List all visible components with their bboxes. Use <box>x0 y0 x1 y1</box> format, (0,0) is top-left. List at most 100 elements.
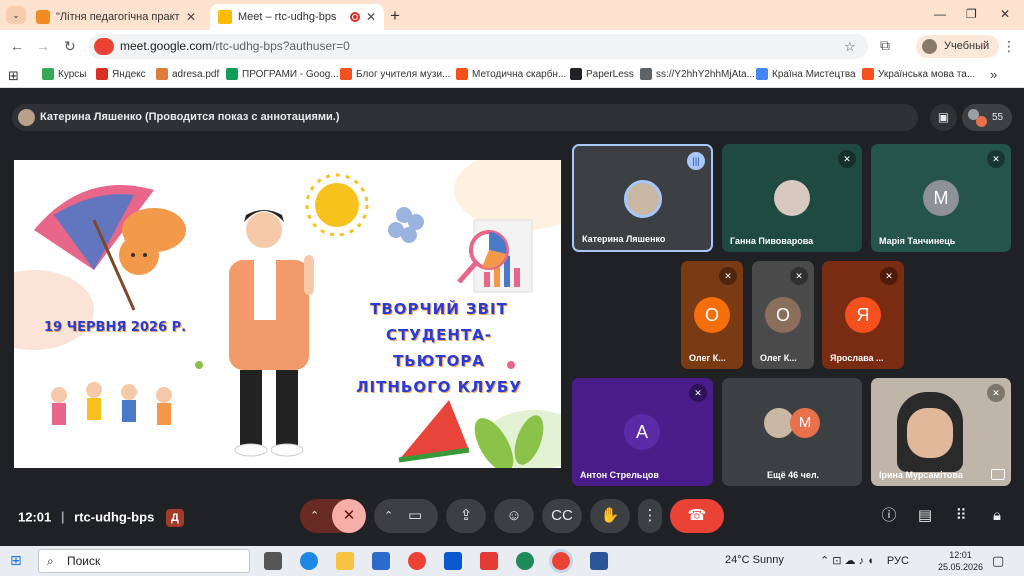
site-info-icon[interactable] <box>94 38 114 55</box>
chat-icon[interactable]: ▤ <box>912 499 938 533</box>
bookmark-item[interactable]: Курсы <box>42 68 86 80</box>
participant-tile-iryna[interactable]: ✕ Ірина Мурсамітова <box>871 378 1011 486</box>
participant-initial: О <box>765 297 801 333</box>
task-view-icon[interactable] <box>264 552 282 570</box>
bookmark-label: Українська мова та... <box>878 68 976 80</box>
bookmark-item[interactable]: ПРОГРАМИ - Goog... <box>226 68 339 80</box>
participant-tile-kateryna[interactable]: ||| Катерина Ляшенко <box>572 144 713 252</box>
raise-hand-button[interactable]: ✋ <box>590 499 630 533</box>
bookmark-item[interactable]: Блог учителя музи... <box>340 68 450 80</box>
forward-icon[interactable]: → <box>36 38 50 54</box>
mic-off-icon: ✕ <box>838 150 856 168</box>
host-lock-icon[interactable]: 🔒︎ <box>984 499 1010 533</box>
yandex-icon[interactable] <box>480 552 498 570</box>
more-participants-label: Ещё 46 чел. <box>767 470 820 480</box>
student-figure <box>229 210 314 457</box>
activities-icon[interactable]: ⠿ <box>948 499 974 533</box>
bookmark-item[interactable]: Українська мова та... <box>862 68 975 80</box>
bookmark-favicon-icon <box>340 68 352 80</box>
tray-icons[interactable]: ⌃ ⊡ ☁ ♪ ◖ <box>820 555 874 567</box>
app-icon[interactable] <box>516 552 534 570</box>
pin-off-icon[interactable]: ▣ <box>930 104 957 131</box>
presenter-banner-text: Катерина Ляшенко (Проводится показ с анн… <box>40 111 340 123</box>
notifications-icon[interactable]: ▢ <box>992 553 1004 569</box>
participant-tile-yaroslava[interactable]: Я ✕ Ярослава ... <box>822 261 904 369</box>
tab-search-dropdown[interactable]: ⌄ <box>6 6 26 24</box>
participant-count: 55 <box>992 112 1004 123</box>
participant-initial: О <box>694 297 730 333</box>
emoji-reactions-button[interactable]: ☺ <box>494 499 534 533</box>
browser-tab-meet[interactable]: Meet – rtc-udhg-bps ✕ <box>210 4 384 30</box>
slide-title-line: ТЬЮТОРА <box>393 352 485 370</box>
cat-icon <box>119 208 186 275</box>
more-bookmarks-icon[interactable]: » <box>990 67 997 82</box>
input-language[interactable]: РУС <box>887 555 909 567</box>
captions-button[interactable]: CC <box>542 499 582 533</box>
bookmark-item[interactable]: Методична скарбн... <box>456 68 566 80</box>
children-group-illustration <box>51 382 172 425</box>
bookmark-star-icon[interactable]: ☆ <box>844 39 856 55</box>
bookmark-favicon-icon <box>570 68 582 80</box>
minimize-icon[interactable]: — <box>934 7 946 21</box>
sun-icon <box>305 173 369 237</box>
presenter-banner: Катерина Ляшенко (Проводится показ с анн… <box>12 104 918 131</box>
chevron-up-icon[interactable]: ⌃ <box>384 499 393 533</box>
bookmark-item[interactable]: Країна Мистецтва <box>756 68 856 80</box>
slide-title-line: СТУДЕНТА- <box>385 326 493 344</box>
store-icon[interactable] <box>372 552 390 570</box>
bookmark-item[interactable]: PaperLess <box>570 68 634 80</box>
edge-icon[interactable] <box>300 552 318 570</box>
taskbar-search-input[interactable]: ⌕ Поиск <box>38 549 250 573</box>
chrome-active-icon[interactable] <box>549 549 573 573</box>
tab-title: Meet – rtc-udhg-bps <box>238 11 337 23</box>
participant-tile-hanna[interactable]: ✕ Ганна Пивоварова <box>722 144 862 252</box>
browser-tab-practice[interactable]: "Літня педагогічна практика 2 ✕ <box>28 4 204 30</box>
tab-title: "Літня педагогічна практика 2 <box>56 11 180 23</box>
watermelon-icon <box>398 400 470 463</box>
present-screen-button[interactable]: ⇪ <box>446 499 486 533</box>
windows-start-icon[interactable]: ⊞ <box>10 552 22 569</box>
more-options-button[interactable]: ⋮ <box>638 499 662 533</box>
bookmark-item[interactable]: adresa.pdf <box>156 68 219 80</box>
profile-label: Учебный <box>944 40 990 52</box>
new-tab-button[interactable]: + <box>390 6 400 26</box>
camera-icon[interactable]: ▭ <box>408 499 422 533</box>
participant-tile-anton[interactable]: А ✕ Антон Стрельцов <box>572 378 713 486</box>
participant-tile-oleh-2[interactable]: О ✕ Олег К... <box>752 261 814 369</box>
file-explorer-icon[interactable] <box>336 552 354 570</box>
participants-button[interactable]: 55 <box>962 104 1012 131</box>
more-participants-tile[interactable]: M Ещё 46 чел. <box>722 378 862 486</box>
tile-options-icon[interactable] <box>991 469 1005 480</box>
participant-tile-mariia[interactable]: M ✕ Марія Танчинець <box>871 144 1011 252</box>
close-tab-icon[interactable]: ✕ <box>186 10 196 24</box>
bookmark-item[interactable]: Яндекс <box>96 68 146 80</box>
address-bar[interactable]: meet.google.com/rtc-udhg-bps?authuser=0 <box>88 34 868 59</box>
profile-button[interactable]: Учебный <box>916 35 1000 58</box>
apps-grid-icon[interactable]: ⊞ <box>8 68 19 84</box>
extensions-icon[interactable]: ⧉ <box>880 37 890 54</box>
presentation-slide: 19 ЧЕРВНЯ 2026 Р. ТВОРЧИЙ ЗВІТ СТУДЕНТА-… <box>14 160 561 468</box>
browser-menu-icon[interactable]: ⋮ <box>1002 38 1016 55</box>
save-app-icon[interactable] <box>444 552 462 570</box>
chevron-up-icon[interactable]: ⌃ <box>310 499 319 533</box>
participant-tile-oleh-1[interactable]: О ✕ Олег К... <box>681 261 743 369</box>
url-host: meet.google.com <box>120 39 213 53</box>
bookmark-label: Методична скарбн... <box>472 68 567 80</box>
close-tab-icon[interactable]: ✕ <box>366 10 376 24</box>
reload-icon[interactable]: ↻ <box>64 38 76 55</box>
chrome-icon[interactable] <box>408 552 426 570</box>
meeting-info-icon[interactable]: ⓘ <box>876 499 902 533</box>
word-icon[interactable] <box>590 552 608 570</box>
taskbar-clock[interactable]: 12:01 25.05.2026 <box>938 549 983 573</box>
restore-icon[interactable]: ❐ <box>966 7 977 21</box>
back-icon[interactable]: ← <box>10 38 24 54</box>
leave-call-button[interactable]: ☎ <box>670 499 724 533</box>
mic-off-toggle-icon[interactable]: ✕ <box>332 499 366 533</box>
system-tray[interactable]: ⌃ ⊡ ☁ ♪ ◖ РУС <box>820 554 909 567</box>
close-window-icon[interactable]: ✕ <box>1000 7 1010 21</box>
mic-options-button[interactable]: ⌃ ✕ <box>300 499 366 533</box>
weather-widget[interactable]: 24°C Sunny <box>725 554 784 566</box>
camera-options-button[interactable]: ⌃ ▭ <box>374 499 438 533</box>
host-controls-icon[interactable]: Д <box>165 509 184 527</box>
bookmark-item[interactable]: ss://Y2hhY2hhMjAta... <box>640 68 755 80</box>
